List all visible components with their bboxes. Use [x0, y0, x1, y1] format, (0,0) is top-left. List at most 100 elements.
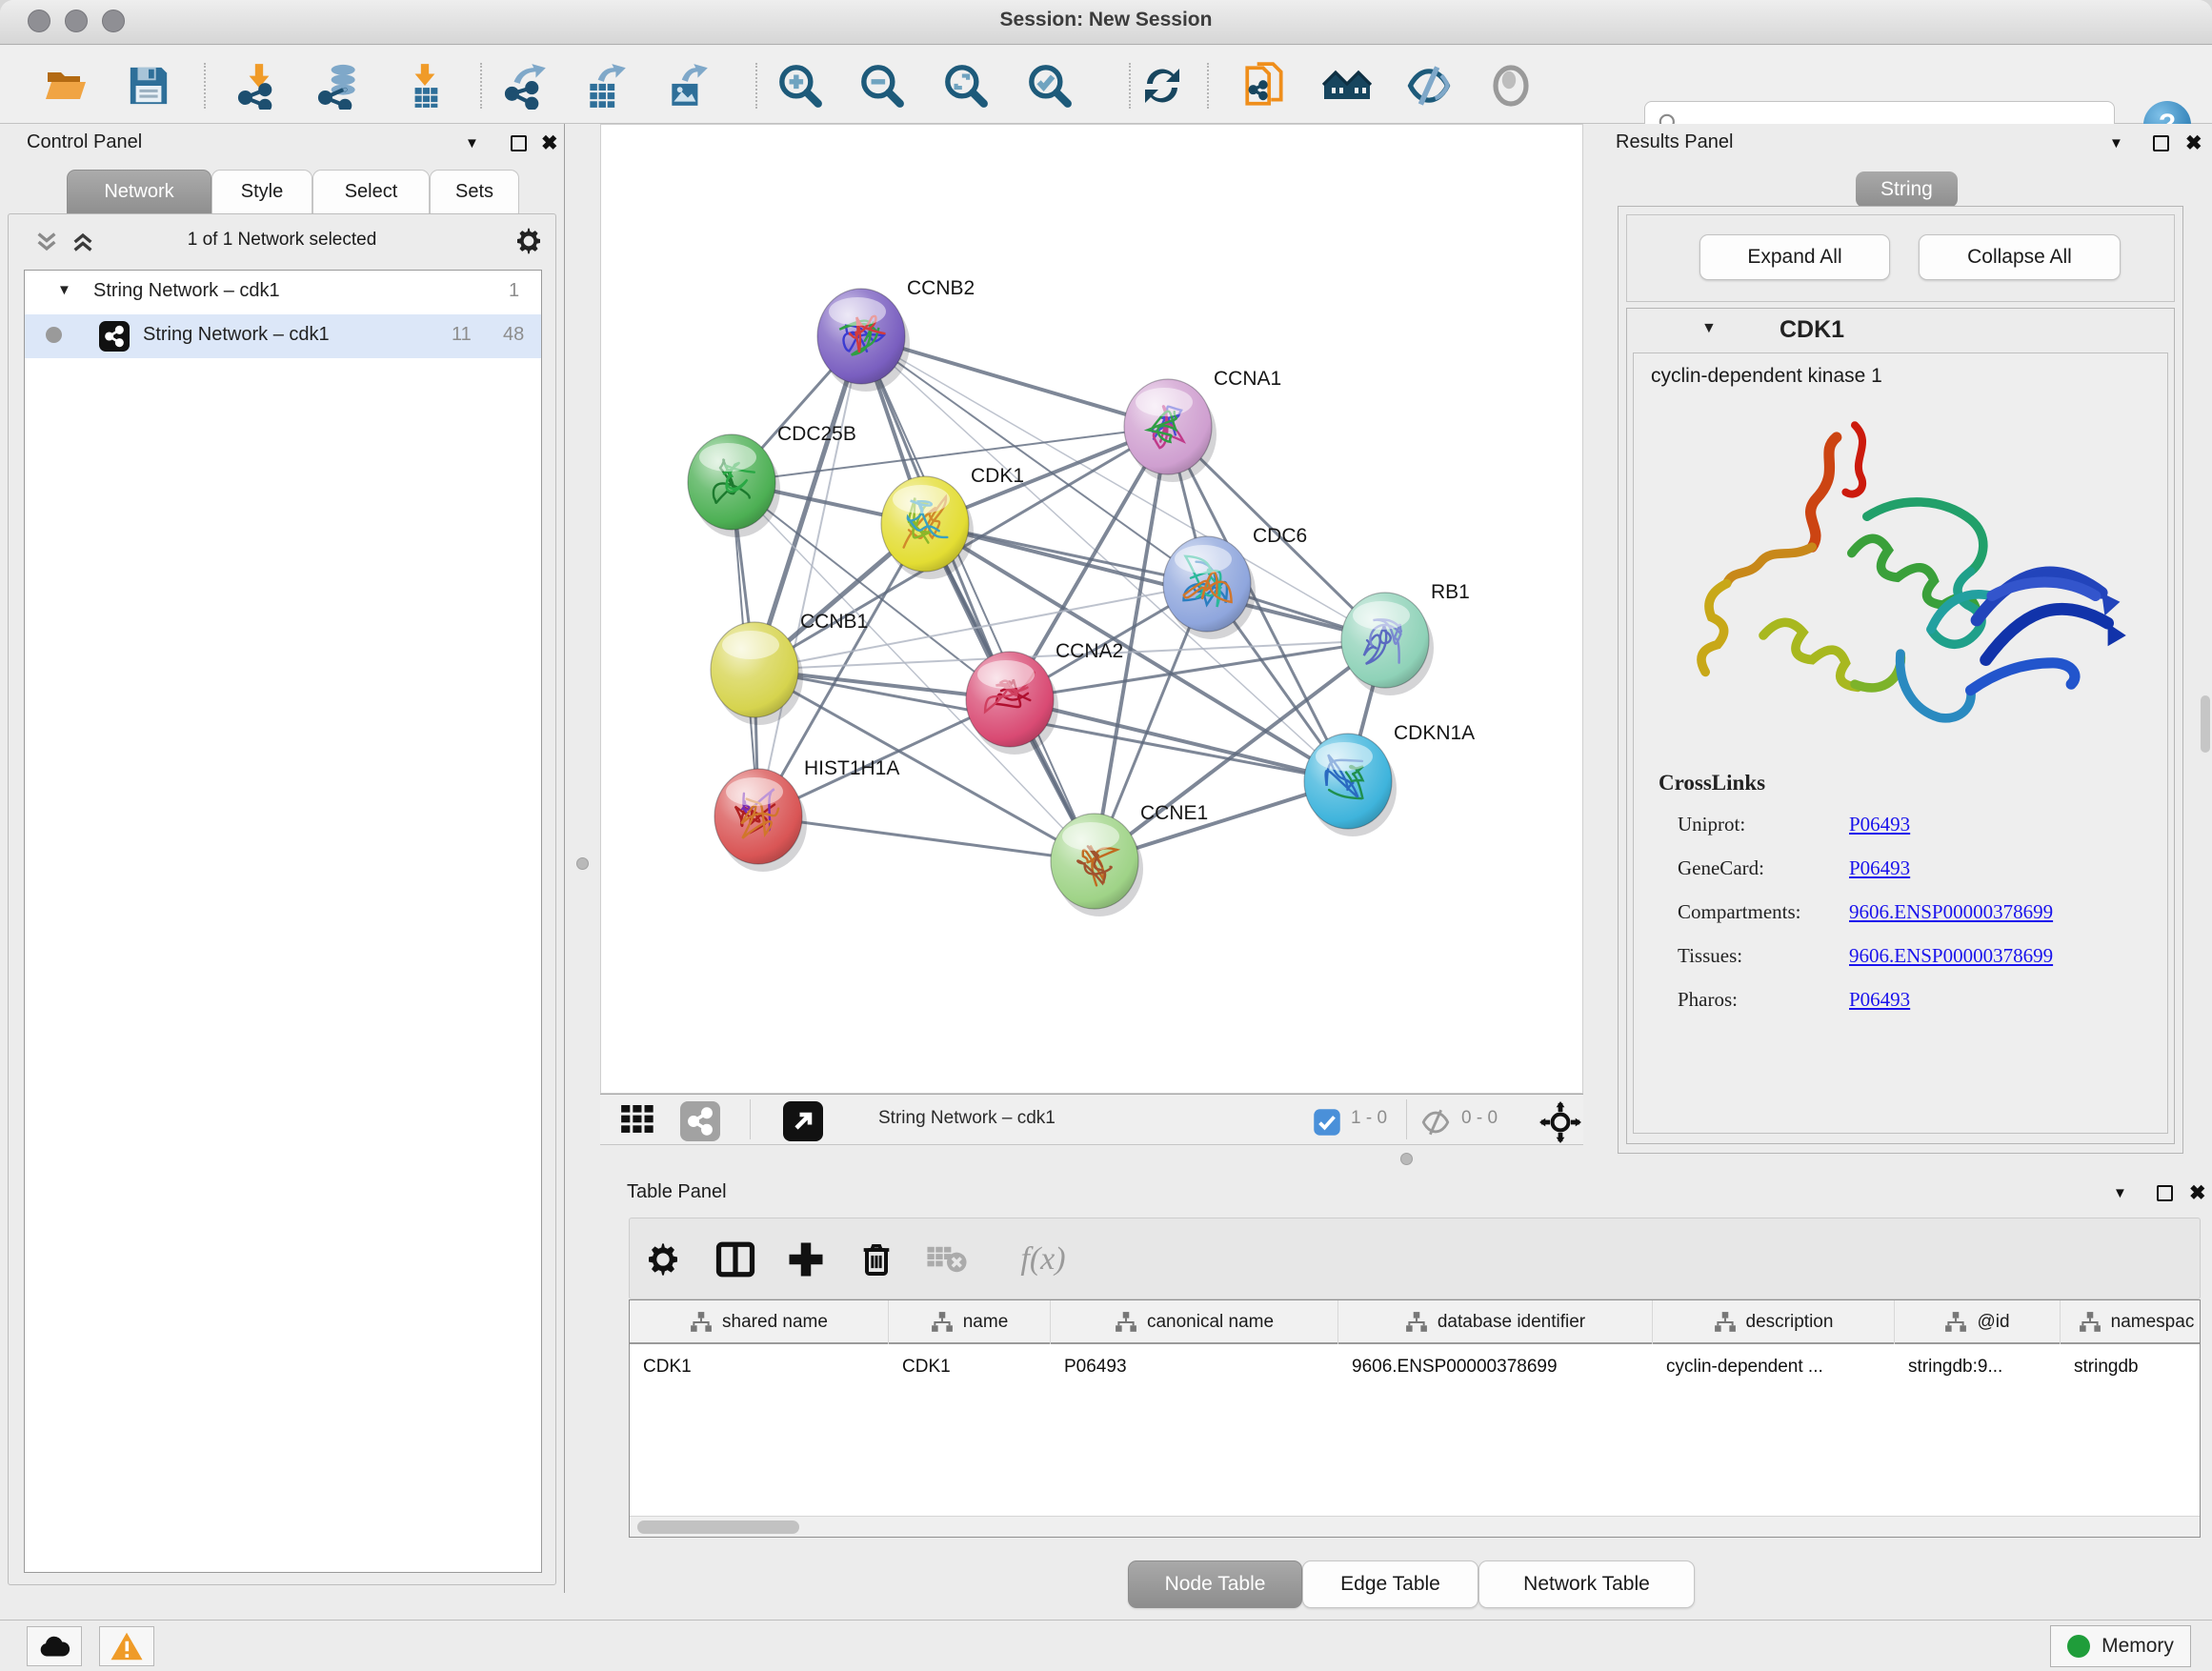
crosslink-value-link[interactable]: 9606.ENSP00000378699: [1849, 944, 2053, 968]
table-options-button[interactable]: [637, 1234, 689, 1285]
column-header[interactable]: @id: [1895, 1300, 2061, 1344]
graph-edge[interactable]: [758, 816, 1095, 861]
table-cell[interactable]: CDK1: [889, 1346, 1051, 1388]
splitter-handle[interactable]: [576, 857, 589, 870]
show-columns-button[interactable]: [710, 1234, 761, 1285]
table-cell[interactable]: cyclin-dependent ...: [1653, 1346, 1895, 1388]
table-toolbar: f(x): [629, 1218, 2201, 1299]
string-badge-icon[interactable]: [680, 1101, 720, 1141]
tab-edge-table[interactable]: Edge Table: [1302, 1560, 1478, 1608]
graph-edge[interactable]: [861, 336, 1095, 861]
export-image-button[interactable]: [661, 59, 714, 112]
table-cell[interactable]: CDK1: [630, 1346, 889, 1388]
export-table-button[interactable]: [579, 59, 633, 112]
hide-edges-button[interactable]: [1402, 59, 1456, 112]
column-header[interactable]: canonical name: [1051, 1300, 1338, 1344]
zoom-selected-button[interactable]: [1023, 59, 1076, 112]
crosslink-value-link[interactable]: 9606.ENSP00000378699: [1849, 900, 2053, 924]
close-panel-icon[interactable]: ✖: [2189, 1181, 2206, 1205]
tab-network[interactable]: Network: [67, 170, 211, 213]
network-graph[interactable]: CCNB2CCNA1CDC25BCDK1CDC6RB1CCNB1CCNA2CDK…: [601, 125, 1582, 1093]
column-header[interactable]: namespac: [2061, 1300, 2201, 1344]
collection-expand-icon[interactable]: ▼: [57, 282, 71, 298]
panel-menu-icon[interactable]: ▼: [2113, 1185, 2127, 1201]
scrollbar-thumb[interactable]: [637, 1520, 799, 1534]
zoom-fit-button[interactable]: [939, 59, 993, 112]
table-cell[interactable]: 9606.ENSP00000378699: [1338, 1346, 1653, 1388]
column-header[interactable]: name: [889, 1300, 1051, 1344]
table-cell[interactable]: stringdb:9...: [1895, 1346, 2061, 1388]
tab-select[interactable]: Select: [312, 170, 430, 213]
warnings-button[interactable]: [99, 1626, 154, 1666]
column-header[interactable]: description: [1653, 1300, 1895, 1344]
crosslink-value-link[interactable]: P06493: [1849, 988, 1910, 1012]
export-network-button[interactable]: [499, 59, 553, 112]
graph-node[interactable]: CCNA2: [966, 640, 1123, 755]
tab-network-table[interactable]: Network Table: [1478, 1560, 1695, 1608]
show-graphics-button[interactable]: [1484, 59, 1538, 112]
table-cell[interactable]: stringdb: [2061, 1346, 2201, 1388]
network-canvas[interactable]: CCNB2CCNA1CDC25BCDK1CDC6RB1CCNB1CCNA2CDK…: [600, 124, 1583, 1094]
tab-sets[interactable]: Sets: [430, 170, 519, 213]
graph-node[interactable]: CCNE1: [1051, 802, 1208, 916]
column-header[interactable]: database identifier: [1338, 1300, 1653, 1344]
open-session-button[interactable]: [40, 59, 93, 112]
graph-node[interactable]: CCNA1: [1124, 368, 1281, 482]
annotations-button[interactable]: [1238, 59, 1292, 112]
open-in-browser-button[interactable]: [783, 1101, 823, 1141]
import-network-database-button[interactable]: [312, 59, 366, 112]
network-collection-row[interactable]: ▼ String Network – cdk1 1: [25, 271, 541, 314]
selected-checkbox-icon[interactable]: [1313, 1108, 1341, 1137]
results-scrollbar-thumb[interactable]: [2201, 695, 2210, 753]
protein-section-header[interactable]: ▼ CDK1: [1627, 309, 2174, 352]
graph-edge[interactable]: [758, 336, 861, 816]
crosslink-value-link[interactable]: P06493: [1849, 813, 1910, 836]
float-panel-icon[interactable]: [2157, 1185, 2173, 1201]
save-session-button[interactable]: [122, 59, 175, 112]
collapse-all-button[interactable]: Collapse All: [1919, 234, 2121, 280]
crosslink-value-link[interactable]: P06493: [1849, 856, 1910, 880]
control-network-splitter[interactable]: [564, 124, 600, 1593]
tab-string[interactable]: String: [1856, 171, 1958, 208]
table-row[interactable]: CDK1CDK1P064939606.ENSP00000378699cyclin…: [630, 1346, 2201, 1388]
network-row[interactable]: String Network – cdk1 11 48: [25, 314, 541, 358]
graph-edge[interactable]: [925, 524, 1385, 640]
network-table-splitter[interactable]: [600, 1145, 1583, 1174]
splitter-handle[interactable]: [1400, 1153, 1413, 1165]
float-panel-icon[interactable]: [2153, 135, 2169, 151]
close-panel-icon[interactable]: ✖: [2185, 131, 2202, 155]
panel-menu-icon[interactable]: ▼: [465, 135, 479, 151]
table-cell[interactable]: P06493: [1051, 1346, 1338, 1388]
memory-button[interactable]: Memory: [2050, 1625, 2191, 1667]
cloud-status-button[interactable]: [27, 1626, 82, 1666]
apply-layout-button[interactable]: [1136, 59, 1189, 112]
graph-node[interactable]: HIST1H1A: [714, 757, 899, 872]
tab-style[interactable]: Style: [211, 170, 312, 213]
fx-icon: f(x): [1020, 1241, 1065, 1278]
birdseye-toggle-icon[interactable]: [1539, 1101, 1581, 1143]
network-edge-count: 48: [503, 324, 524, 346]
add-column-button[interactable]: [780, 1234, 832, 1285]
table-hscrollbar[interactable]: [630, 1516, 2200, 1537]
network-name: String Network – cdk1: [143, 324, 330, 346]
tab-node-table[interactable]: Node Table: [1128, 1560, 1302, 1608]
import-table-button[interactable]: [398, 59, 452, 112]
delete-column-button[interactable]: [851, 1234, 902, 1285]
graph-node[interactable]: CDKN1A: [1304, 722, 1475, 836]
app-window: Session: New Session: [0, 0, 2212, 1671]
panel-menu-icon[interactable]: ▼: [2109, 135, 2123, 151]
birdseye-grid-icon[interactable]: [621, 1105, 665, 1136]
section-collapse-icon[interactable]: ▼: [1701, 320, 1717, 337]
float-panel-icon[interactable]: [511, 135, 527, 151]
import-network-file-button[interactable]: [232, 59, 286, 112]
expand-all-button[interactable]: Expand All: [1699, 234, 1890, 280]
graph-node[interactable]: CDK1: [881, 465, 1024, 579]
graph-node[interactable]: RB1: [1341, 581, 1470, 695]
zoom-out-button[interactable]: [855, 59, 909, 112]
network-options-gear-icon[interactable]: [513, 226, 544, 256]
close-panel-icon[interactable]: ✖: [541, 131, 558, 155]
column-header[interactable]: shared name: [630, 1300, 889, 1344]
graph-node[interactable]: CCNB2: [817, 277, 975, 392]
home-view-button[interactable]: [1320, 59, 1374, 112]
zoom-in-button[interactable]: [774, 59, 827, 112]
